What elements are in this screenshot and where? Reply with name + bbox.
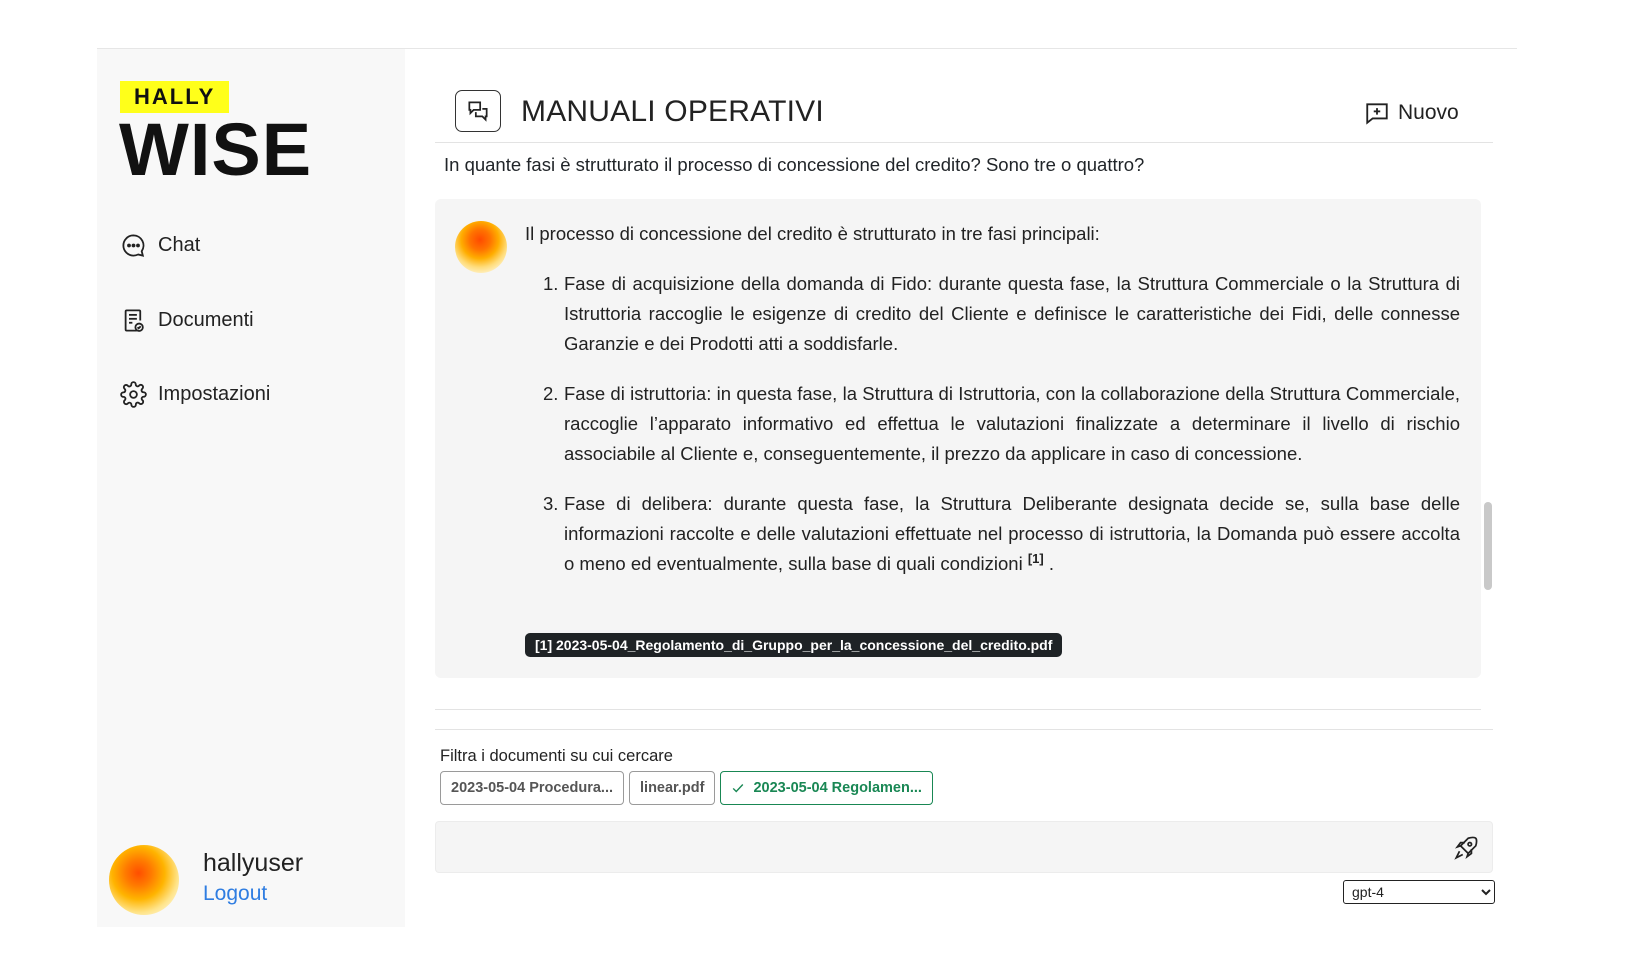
list-item: 2. Fase di istruttoria: in questa fase, … [525,379,1460,469]
rocket-icon [1454,836,1478,860]
sidebar: HALLY WISE Chat Documenti Impostazioni h… [97,49,405,927]
chip-label: linear.pdf [640,780,705,796]
new-chat-label: Nuovo [1398,101,1459,124]
add-message-icon [1366,103,1388,125]
user-name: hallyuser [203,849,304,877]
list-item: 3. Fase di delibera: durante questa fase… [525,489,1460,579]
answer-list: 1. Fase di acquisizione della domanda di… [525,269,1460,599]
gear-icon [120,380,147,408]
sidebar-item-label: Documenti [158,308,254,331]
list-item-number: 3. [543,493,559,514]
user-question: In quante fasi è strutturato il processo… [444,154,1145,175]
document-icon [124,308,144,332]
conversation-icon [468,101,488,122]
sidebar-item-label: Chat [158,233,201,256]
assistant-answer: Il processo di concessione del credito è… [435,199,1481,678]
model-select[interactable]: gpt-4 [1343,880,1495,904]
list-item-text: Fase di istruttoria: in questa fase, la … [564,383,1460,464]
citation-marker[interactable]: [1] [1028,551,1044,566]
source-document-chip[interactable]: [1] 2023-05-04_Regolamento_di_Gruppo_per… [525,633,1063,657]
conversation-divider [435,709,1481,710]
message-input[interactable] [435,821,1493,873]
brand-logo: WISE [119,108,313,191]
logout-link[interactable]: Logout [203,882,267,906]
document-filter-chip[interactable]: linear.pdf [629,771,716,805]
assistant-avatar [455,221,507,273]
sidebar-item-documenti[interactable]: Documenti [120,305,254,335]
composer-divider [435,729,1493,730]
send-button[interactable] [1451,833,1481,863]
page-title: MANUALI OPERATIVI [521,95,824,128]
list-item-tail: . [1043,553,1054,574]
chip-label: 2023-05-04 Procedura... [451,780,614,796]
chat-header-icon [455,90,501,132]
checkmark-icon [733,784,744,793]
list-item: 1. Fase di acquisizione della domanda di… [525,269,1460,359]
sidebar-item-impostazioni[interactable]: Impostazioni [120,379,270,409]
document-filter-chip-selected[interactable]: 2023-05-04 Regolamen... [720,771,933,805]
document-filter-chip[interactable]: 2023-05-04 Procedura... [440,771,625,805]
list-item-number: 1. [543,273,559,294]
list-item-text: Fase di acquisizione della domanda di Fi… [564,273,1460,354]
filter-label: Filtra i documenti su cui cercare [440,747,673,765]
new-chat-button[interactable]: Nuovo [1364,98,1459,128]
chat-bubble-icon [122,233,145,257]
answer-intro: Il processo di concessione del credito è… [525,223,1100,244]
sidebar-item-label: Impostazioni [158,382,271,405]
header-divider [435,142,1493,143]
sidebar-item-chat[interactable]: Chat [120,230,200,260]
list-item-text: Fase di delibera: durante questa fase, l… [564,493,1460,574]
list-item-number: 2. [543,383,559,404]
chip-label: 2023-05-04 Regolamen... [753,780,922,796]
document-filter-chips: 2023-05-04 Procedura... linear.pdf 2023-… [440,771,933,805]
avatar [109,845,179,915]
scrollbar[interactable] [1484,502,1492,590]
